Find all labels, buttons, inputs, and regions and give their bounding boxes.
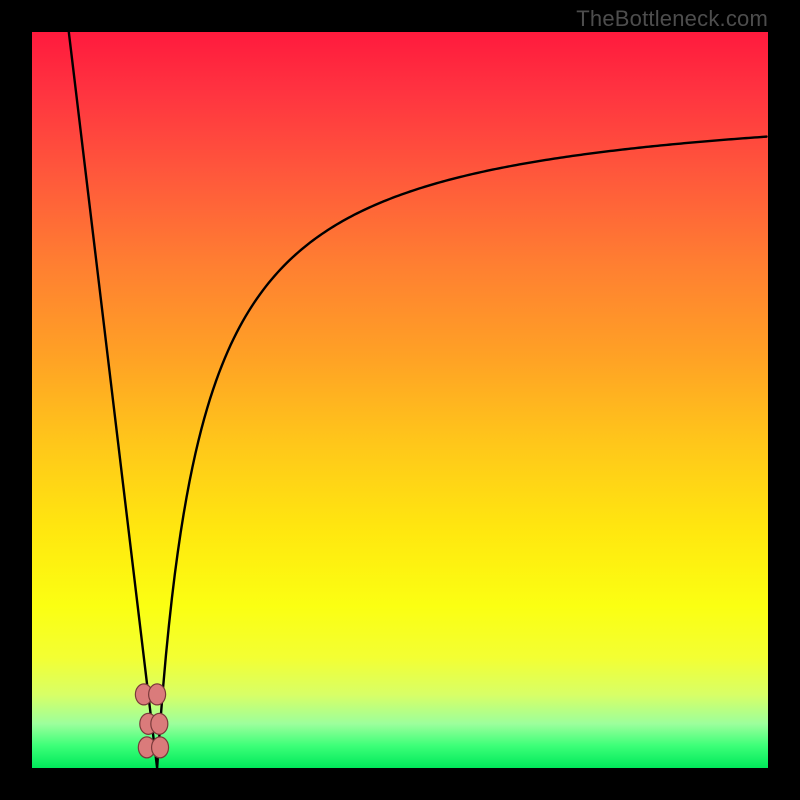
data-point bbox=[151, 713, 168, 734]
data-point bbox=[152, 737, 169, 758]
chart-frame: TheBottleneck.com bbox=[0, 0, 800, 800]
data-point bbox=[149, 684, 166, 705]
plot-area bbox=[32, 32, 768, 768]
bottleneck-curve-svg bbox=[32, 32, 768, 768]
watermark-text: TheBottleneck.com bbox=[576, 6, 768, 32]
data-points bbox=[135, 684, 168, 758]
bottleneck-curve bbox=[69, 32, 767, 768]
